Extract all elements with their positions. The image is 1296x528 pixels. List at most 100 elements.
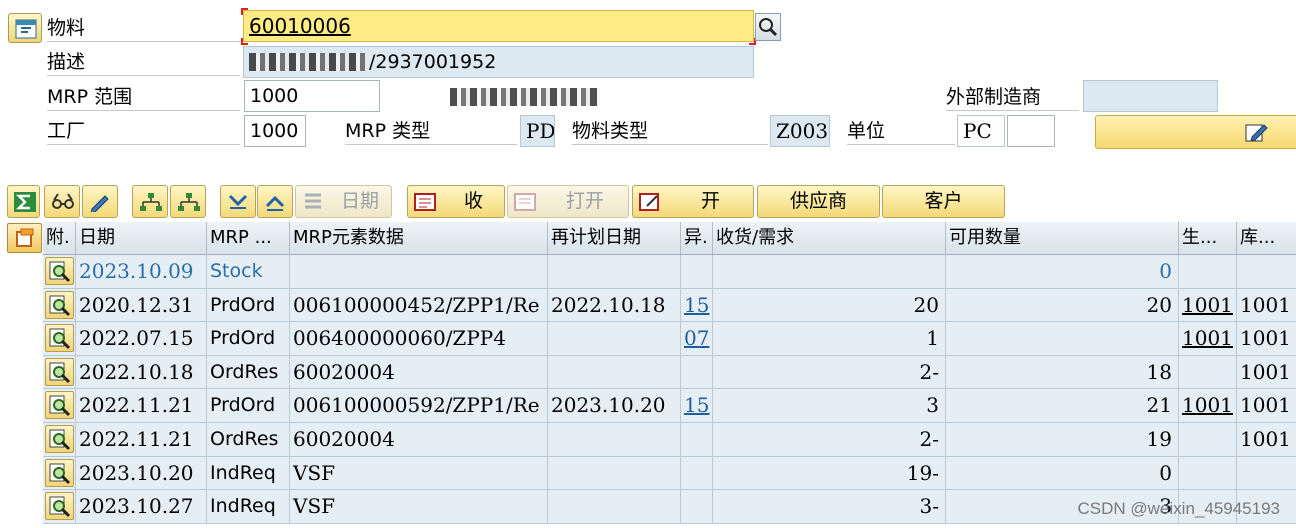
material-input[interactable]: 60010006 (243, 10, 754, 42)
search-icon (759, 18, 778, 37)
cell-production-plant (1179, 355, 1237, 389)
cell-mrp-data: 006100000452/ZPP1/Re (290, 288, 548, 322)
cell-production-plant (1179, 255, 1237, 288)
table-row[interactable]: 2023.10.09 Stock 0 (43, 255, 1296, 289)
cell-reschedule-date (548, 355, 681, 389)
cell-storage-loc: 1001 (1240, 326, 1291, 351)
cell-detail (43, 255, 76, 288)
customer-button[interactable]: 客户 (882, 185, 1005, 218)
cell-exception (681, 255, 713, 288)
document-disabled-icon (514, 193, 536, 211)
col-header-reschedule-date[interactable]: 再计划日期 (548, 222, 681, 254)
table-row[interactable]: 2022.11.21 PrdOrd 006100000592/ZPP1/Re 2023… (43, 389, 1296, 423)
mrp-type-label: MRP 类型 (345, 117, 517, 145)
material-tree-icon[interactable] (8, 13, 42, 43)
receive-button[interactable]: 收 (407, 185, 505, 218)
hierarchy-down-icon (178, 193, 200, 211)
cell-mrp-data: VSF (290, 456, 548, 490)
detail-magnifier-icon[interactable] (45, 492, 74, 521)
cell-detail (43, 490, 76, 523)
cell-detail (43, 288, 76, 322)
cell-production-plant[interactable]: 1001 (1179, 288, 1237, 322)
unit-extra-field (1007, 115, 1055, 147)
cell-mrp-element: OrdRes (207, 422, 290, 456)
cell-detail (43, 355, 76, 389)
cell-exception[interactable]: 15 (681, 288, 713, 322)
pencil-button[interactable] (82, 185, 118, 218)
detail-magnifier-icon[interactable] (45, 290, 74, 319)
table-row[interactable]: 2022.07.15 PrdOrd 006400000060/ZPP4 07 1 1001… (43, 322, 1296, 356)
cell-mrp-element: PrdOrd (207, 288, 290, 322)
detail-magnifier-icon[interactable] (45, 391, 74, 420)
cell-mrp-element: OrdRes (207, 355, 290, 389)
material-type-field: Z003 (770, 115, 830, 147)
cell-production-plant[interactable]: 1001 (1179, 322, 1237, 355)
sort-desc-button[interactable] (220, 185, 256, 218)
cell-storage-loc: 1001 (1240, 359, 1291, 384)
col-header-mrp-data[interactable]: MRP元素数据 (290, 222, 548, 254)
col-header-date[interactable]: 日期 (76, 222, 207, 254)
date-button[interactable]: 日期 (295, 185, 392, 218)
detail-magnifier-icon[interactable] (45, 257, 74, 285)
mrp-area-input[interactable]: 1000 (244, 80, 380, 112)
cell-exception[interactable]: 15 (681, 389, 713, 422)
ext-manufacturer-field (1083, 80, 1218, 112)
grid-header: 附. 日期 MRP ... MRP元素数据 再计划日期 异. 收货/需求 可用数… (43, 222, 1296, 255)
watermark: CSDN @weixin_45945193 (1077, 499, 1280, 518)
description-field: /2937001952 (243, 46, 754, 78)
cell-available-qty: 20 (946, 288, 1179, 322)
detail-magnifier-icon[interactable] (45, 324, 74, 353)
detail-magnifier-icon[interactable] (45, 458, 74, 487)
col-header-exception[interactable]: 异. (681, 222, 713, 254)
sigma-icon (14, 192, 36, 212)
search-button[interactable] (755, 13, 781, 41)
chevron-down-icon (228, 194, 248, 209)
unit-label: 单位 (847, 117, 955, 145)
cell-receipt-reqmt: 20 (713, 288, 946, 322)
detail-magnifier-icon[interactable] (45, 424, 74, 453)
collapse-tree-button[interactable] (170, 185, 206, 218)
cell-exception (681, 422, 713, 456)
cell-exception (681, 490, 713, 523)
col-header-attach[interactable]: 附. (43, 222, 76, 254)
mrp-type-field: PD (520, 115, 555, 147)
plant-label: 工厂 (47, 117, 240, 145)
open-button[interactable]: 打开 (507, 185, 629, 218)
mrp-list-grid: 附. 日期 MRP ... MRP元素数据 再计划日期 异. 收货/需求 可用数… (43, 222, 1296, 524)
table-row[interactable]: 2023.10.20 IndReq VSF 19- 0 (43, 456, 1296, 491)
table-row[interactable]: 2022.11.21 OrdRes 60020004 2- 19 1001 (43, 422, 1296, 457)
col-header-storage-loc[interactable]: 库... (1237, 222, 1296, 254)
cell-exception[interactable]: 07 (681, 322, 713, 355)
sum-button[interactable] (7, 185, 40, 218)
detail-magnifier-icon[interactable] (45, 357, 74, 386)
material-type-label: 物料类型 (572, 117, 768, 145)
col-header-receipt-reqmt[interactable]: 收货/需求 (713, 222, 946, 254)
focus-corner (241, 38, 248, 45)
open-doc-button[interactable]: 开 (632, 185, 754, 218)
cell-available-qty: 18 (946, 355, 1179, 389)
cell-storage-loc: 1001 (1240, 292, 1291, 317)
cell-receipt-reqmt (713, 255, 946, 288)
plant-input[interactable]: 1000 (244, 115, 306, 147)
glasses-button[interactable] (44, 185, 80, 218)
expand-tree-button[interactable] (132, 185, 168, 218)
grid-settings-button[interactable] (7, 223, 42, 253)
table-row[interactable]: 2020.12.31 PrdOrd 006100000452/ZPP1/Re 2022… (43, 288, 1296, 323)
cell-date: 2023.10.09 (76, 255, 207, 288)
cell-reschedule-date (548, 422, 681, 456)
cell-exception (681, 355, 713, 389)
cell-detail (43, 322, 76, 355)
sort-asc-button[interactable] (257, 185, 293, 218)
col-header-production-plant[interactable]: 生... (1179, 222, 1237, 254)
table-row[interactable]: 2022.10.18 OrdRes 60020004 2- 18 1001 (43, 355, 1296, 390)
cell-date: 2022.10.18 (76, 355, 207, 389)
col-header-available-qty[interactable]: 可用数量 (946, 222, 1179, 254)
cell-production-plant[interactable]: 1001 (1179, 389, 1237, 422)
cell-storage-loc (1237, 255, 1296, 288)
filter-icon (305, 193, 321, 209)
document-edit-icon (639, 193, 659, 211)
col-header-mrp-element[interactable]: MRP ... (207, 222, 290, 254)
cell-available-qty: 0 (946, 456, 1179, 490)
edit-button[interactable] (1095, 115, 1296, 149)
vendor-button[interactable]: 供应商 (757, 185, 880, 218)
